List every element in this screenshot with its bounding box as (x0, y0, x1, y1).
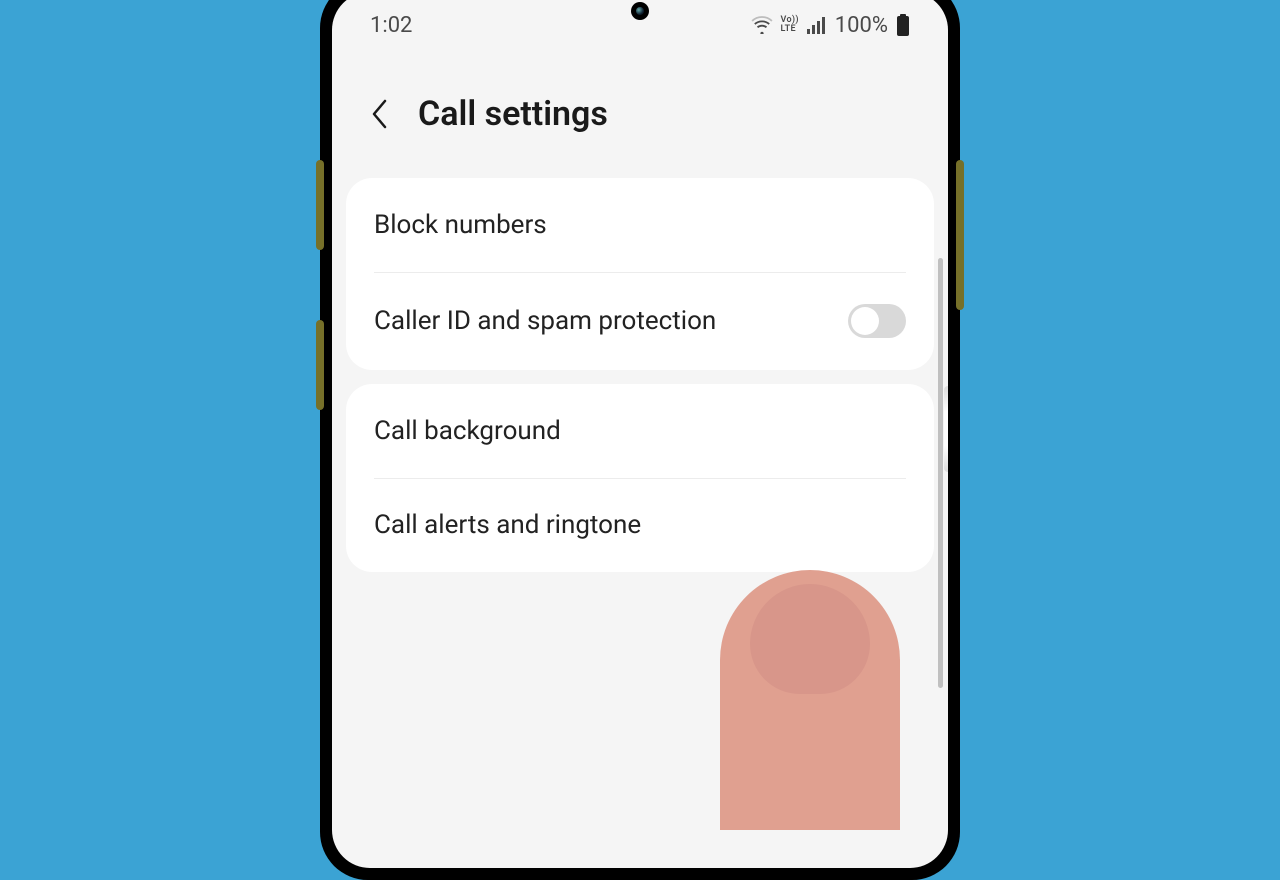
settings-group-1: Block numbers Caller ID and spam protect… (346, 178, 934, 370)
power-button[interactable] (956, 160, 964, 310)
chevron-left-icon (371, 99, 389, 129)
row-label: Call alerts and ringtone (374, 510, 641, 540)
status-icons: Vo)) LTE 100% (751, 13, 910, 38)
volume-up-button[interactable] (316, 160, 324, 250)
back-button[interactable] (360, 94, 400, 134)
side-ridge (944, 386, 948, 472)
row-block-numbers[interactable]: Block numbers (346, 178, 934, 272)
wifi-icon (751, 16, 773, 34)
page-title: Call settings (418, 94, 608, 134)
status-time: 1:02 (370, 13, 412, 38)
phone-frame: 1:02 Vo)) LTE (320, 0, 960, 880)
settings-group-2: Call background Call alerts and ringtone (346, 384, 934, 572)
battery-icon (896, 14, 910, 36)
row-caller-id-spam[interactable]: Caller ID and spam protection (346, 272, 934, 370)
phone-screen: 1:02 Vo)) LTE (332, 0, 948, 868)
volume-down-button[interactable] (316, 320, 324, 410)
row-label: Call background (374, 416, 561, 446)
battery-text: 100% (835, 13, 888, 38)
volte-icon: Vo)) LTE (781, 16, 799, 34)
row-label: Caller ID and spam protection (374, 306, 716, 336)
row-call-background[interactable]: Call background (346, 384, 934, 478)
row-call-alerts-ringtone[interactable]: Call alerts and ringtone (346, 478, 934, 572)
page-header: Call settings (332, 46, 948, 178)
front-camera (631, 2, 649, 20)
caller-id-toggle[interactable] (848, 304, 906, 338)
row-label: Block numbers (374, 210, 547, 240)
scroll-indicator[interactable] (938, 258, 943, 688)
signal-icon (807, 16, 827, 34)
